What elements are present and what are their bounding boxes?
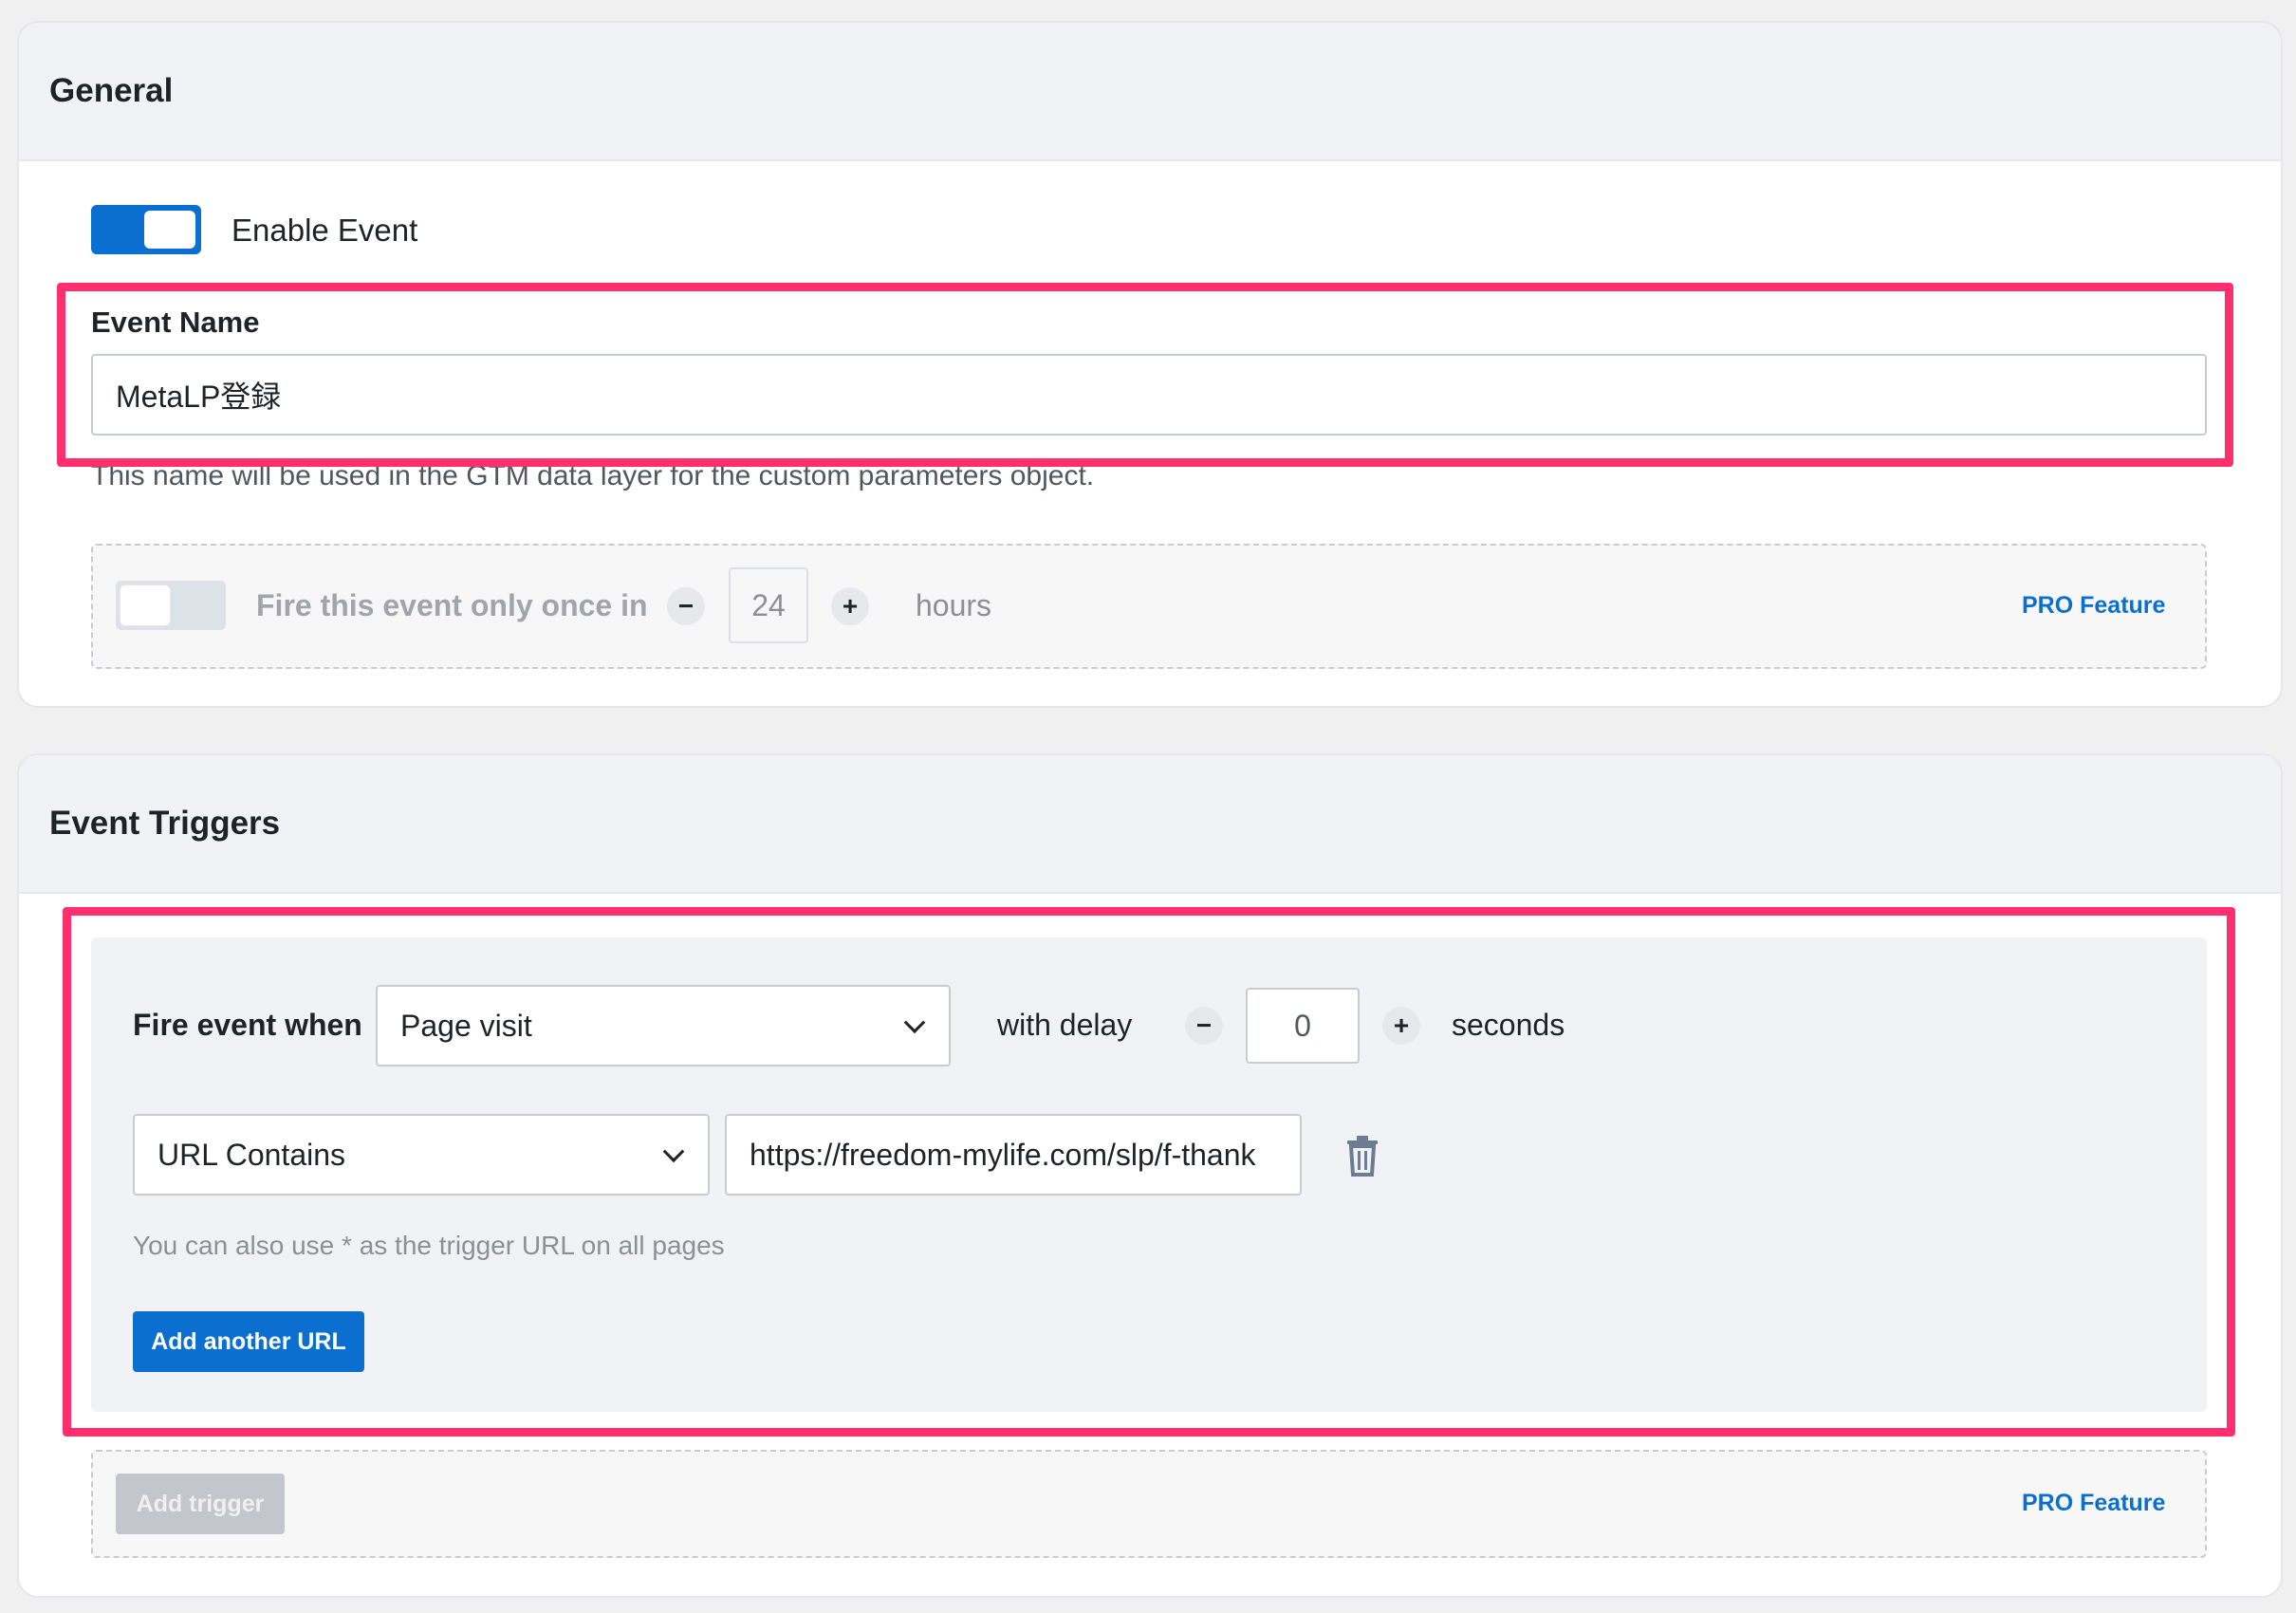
- event-name-input[interactable]: MetaLP登録: [91, 354, 2207, 436]
- with-delay-label: with delay: [997, 1008, 1133, 1042]
- event-name-label: Event Name: [91, 306, 260, 339]
- trigger-url-value: https://freedom-mylife.com/slp/f-thank: [750, 1137, 1256, 1172]
- event-name-value: MetaLP登録: [116, 380, 282, 414]
- url-help-text: You can also use * as the trigger URL on…: [133, 1231, 725, 1260]
- fire-once-pro-link[interactable]: PRO Feature: [2022, 592, 2165, 620]
- general-title: General: [49, 72, 174, 109]
- toggle-knob: [144, 211, 195, 249]
- add-trigger-pro-link[interactable]: PRO Feature: [2022, 1490, 2165, 1517]
- general-card-header: General: [19, 23, 2281, 161]
- trigger-url-input[interactable]: https://freedom-mylife.com/slp/f-thank: [725, 1114, 1302, 1196]
- fire-once-toggle[interactable]: [116, 581, 226, 630]
- fire-when-select[interactable]: Page visit: [376, 985, 951, 1066]
- fire-once-hours-input[interactable]: 24: [729, 567, 808, 643]
- fire-once-label: Fire this event only once in: [256, 588, 648, 622]
- delay-input[interactable]: 0: [1246, 988, 1360, 1064]
- url-condition-value: URL Contains: [157, 1137, 346, 1172]
- enable-event-toggle[interactable]: [91, 205, 201, 254]
- event-name-help: This name will be used in the GTM data l…: [91, 460, 1095, 491]
- delay-minus-button[interactable]: −: [1185, 1007, 1223, 1045]
- add-another-url-button[interactable]: Add another URL: [133, 1311, 364, 1372]
- event-triggers-card-header: Event Triggers: [19, 755, 2281, 894]
- fire-once-unit: hours: [916, 588, 992, 622]
- event-triggers-title: Event Triggers: [49, 805, 281, 842]
- chevron-down-icon: [662, 1140, 685, 1163]
- fire-when-value: Page visit: [400, 1008, 532, 1043]
- toggle-knob: [120, 584, 171, 626]
- fire-once-minus-button[interactable]: −: [667, 587, 705, 625]
- enable-event-label: Enable Event: [231, 213, 418, 248]
- delay-value: 0: [1294, 1008, 1311, 1043]
- fire-once-hours-value: 24: [751, 587, 786, 622]
- trash-icon[interactable]: [1343, 1135, 1381, 1177]
- delay-unit: seconds: [1452, 1008, 1565, 1042]
- url-condition-select[interactable]: URL Contains: [133, 1114, 710, 1196]
- add-trigger-button[interactable]: Add trigger: [116, 1474, 285, 1534]
- chevron-down-icon: [903, 1011, 926, 1034]
- delay-plus-button[interactable]: +: [1382, 1007, 1420, 1045]
- fire-once-plus-button[interactable]: +: [831, 587, 869, 625]
- add-trigger-box: [91, 1450, 2207, 1558]
- fire-when-label: Fire event when: [133, 1008, 362, 1042]
